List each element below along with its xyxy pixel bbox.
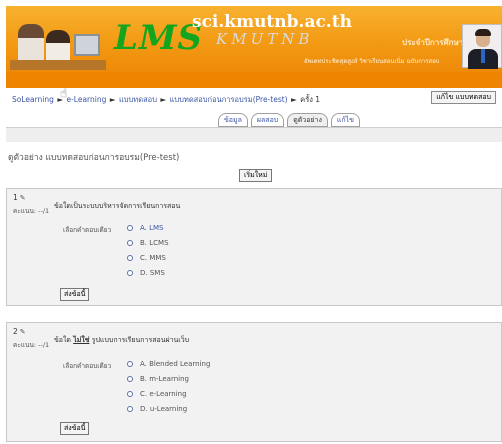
radio-button[interactable]: [127, 391, 133, 397]
answer-option[interactable]: D. u-Learning: [127, 405, 187, 413]
tab-info[interactable]: ข้อมูล: [218, 113, 248, 127]
question-text: ข้อใด ไม่ใช่ รูปแบบการเรียนการสอนผ่านเว็…: [54, 335, 189, 346]
question-text-before: ข้อใด: [54, 336, 74, 344]
question-text-emphasis: ไม่ใช่: [73, 336, 90, 344]
lms-logo: LMS: [114, 18, 204, 58]
breadcrumb-item-pretest[interactable]: แบบทดสอบก่อนการอบรม(Pre-test): [170, 95, 288, 104]
breadcrumb-item-solearning[interactable]: SoLearning: [12, 95, 54, 104]
radio-button[interactable]: [127, 406, 133, 412]
breadcrumb-separator-icon: ►: [109, 95, 116, 104]
university-script-logo: KMUTNB: [216, 30, 314, 48]
submit-answer-button[interactable]: ส่งข้อนี้: [60, 422, 90, 435]
answer-option[interactable]: D. SMS: [127, 269, 165, 277]
question-block: 1 ✎ คะแนน: --/1 ข้อใดเป็นระบบบริหารจัดการ…: [6, 188, 502, 306]
site-banner: LMS sci.kmutnb.ac.th KMUTNB ประจำปีการศึ…: [6, 6, 502, 72]
tab-edit[interactable]: แก้ไข: [330, 113, 360, 127]
quiz-tabs: ข้อมูล ผลสอบ ดูตัวอย่าง แก้ไข: [218, 113, 360, 127]
submit-answer-button[interactable]: ส่งข้อนี้: [60, 288, 90, 301]
edit-pencil-icon[interactable]: ✎: [20, 194, 26, 202]
banner-subtitle: อัพเดทประชิตสุดสูงส์ วิชาเรียนสอนเนิ่ม ฉ…: [304, 58, 440, 65]
answer-option-label: D. SMS: [140, 269, 165, 277]
radio-button[interactable]: [127, 225, 133, 231]
answer-option-label: B. LCMS: [140, 239, 169, 247]
restart-button[interactable]: เริ่มใหม่: [239, 169, 273, 182]
answer-option[interactable]: A. LMS: [127, 224, 164, 232]
banner-tag: ประจำปีการศึกษา: [402, 38, 464, 47]
tab-results[interactable]: ผลสอบ: [250, 113, 285, 127]
radio-button[interactable]: [127, 240, 133, 246]
answer-option-label: A. LMS: [140, 224, 164, 232]
question-number: 2 ✎: [13, 327, 26, 336]
question-number: 1 ✎: [13, 193, 26, 202]
breadcrumb-item-attempt: ครั้ง 1: [300, 95, 321, 104]
mouse-cursor-icon: ☝: [60, 86, 68, 100]
question-score: คะแนน: --/1: [13, 341, 50, 349]
computer-monitor-icon: [74, 34, 100, 56]
answer-option[interactable]: C. e-Learning: [127, 390, 187, 398]
answer-option[interactable]: C. MMS: [127, 254, 166, 262]
subtab-strip: [6, 128, 502, 142]
radio-button[interactable]: [127, 361, 133, 367]
user-avatar: [462, 24, 502, 69]
edit-pencil-icon[interactable]: ✎: [20, 328, 26, 336]
banner-students-illustration: [10, 16, 106, 70]
answer-option-label: C. MMS: [140, 254, 166, 262]
header-bar: [6, 72, 502, 88]
question-block: 2 ✎ คะแนน: --/1 ข้อใด ไม่ใช่ รูปแบบการเรี…: [6, 322, 502, 442]
navbar: SoLearning ► e-Learning ► แบบทดสอบ ► แบบ…: [6, 88, 502, 108]
answer-option[interactable]: B. LCMS: [127, 239, 169, 247]
breadcrumb-separator-icon: ►: [160, 95, 167, 104]
breadcrumb-separator-icon: ►: [291, 95, 297, 104]
breadcrumb: SoLearning ► e-Learning ► แบบทดสอบ ► แบบ…: [12, 94, 320, 106]
avatar-hair: [475, 29, 491, 36]
radio-button[interactable]: [127, 255, 133, 261]
answer-option-label: B. m-Learning: [140, 375, 189, 383]
page-title: ดูตัวอย่าง แบบทดสอบก่อนการอบรม(Pre-test): [8, 153, 180, 163]
edit-quiz-button[interactable]: แก้ไข แบบทดสอบ: [431, 91, 496, 104]
desk: [10, 60, 106, 70]
answer-option[interactable]: A. Blended Learning: [127, 360, 210, 368]
answer-option-label: A. Blended Learning: [140, 360, 211, 368]
question-text-after: รูปแบบการเรียนการสอนผ่านเว็บ: [89, 336, 190, 344]
choose-one-label: เลือกคำตอบเดียว: [63, 226, 112, 234]
question-score: คะแนน: --/1: [13, 207, 50, 215]
choose-one-label: เลือกคำตอบเดียว: [63, 362, 112, 370]
question-text-main: ข้อใดเป็นระบบบริหารจัดการเรียนการสอน: [54, 202, 181, 210]
answer-option[interactable]: B. m-Learning: [127, 375, 189, 383]
avatar-tie: [481, 49, 485, 63]
breadcrumb-item-quizzes[interactable]: แบบทดสอบ: [119, 95, 157, 104]
answer-option-label: C. e-Learning: [140, 390, 187, 398]
answer-option-label: D. u-Learning: [140, 405, 188, 413]
site-domain: sci.kmutnb.ac.th: [192, 12, 352, 32]
radio-button[interactable]: [127, 270, 133, 276]
radio-button[interactable]: [127, 376, 133, 382]
breadcrumb-item-elearning[interactable]: e-Learning: [66, 95, 106, 104]
question-number-text: 2: [13, 327, 18, 336]
question-number-text: 1: [13, 193, 18, 202]
tab-preview[interactable]: ดูตัวอย่าง: [287, 113, 328, 127]
question-text: ข้อใดเป็นระบบบริหารจัดการเรียนการสอน: [54, 201, 180, 212]
